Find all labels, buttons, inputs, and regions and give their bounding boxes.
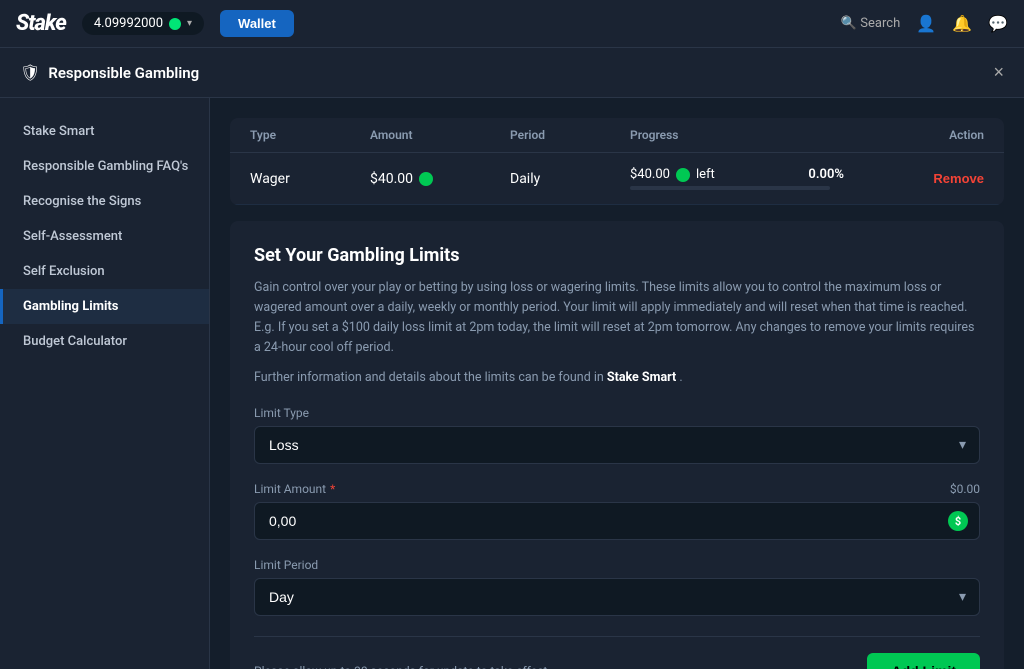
form-footer: Please allow up to 30 seconds for update… <box>254 636 980 669</box>
progress-dot-icon <box>676 168 690 182</box>
table-row: Wager $40.00 Daily $40.00 left <box>230 153 1004 205</box>
row-action-cell: Remove <box>864 171 984 186</box>
amount-dot-icon <box>419 172 433 186</box>
form-title: Set Your Gambling Limits <box>254 245 980 266</box>
limit-period-select[interactable]: Day Week Month <box>254 578 980 616</box>
stake-smart-link[interactable]: Stake Smart <box>607 370 676 385</box>
footer-note: Please allow up to 30 seconds for update… <box>254 664 550 669</box>
limit-type-select-wrapper: Loss Wager <box>254 426 980 464</box>
sidebar-item-gambling-limits[interactable]: Gambling Limits <box>0 289 209 324</box>
main-content: Type Amount Period Progress Action Wager… <box>210 98 1024 669</box>
limits-table-card: Type Amount Period Progress Action Wager… <box>230 118 1004 205</box>
progress-suffix: left <box>696 167 715 182</box>
user-icon[interactable]: 👤 <box>916 14 936 33</box>
progress-pct: 0.00% <box>808 167 864 182</box>
col-type: Type <box>250 128 370 142</box>
limit-period-select-wrapper: Day Week Month <box>254 578 980 616</box>
limit-type-group: Limit Type Loss Wager <box>254 406 980 464</box>
shield-icon: 🛡 <box>20 63 40 82</box>
limit-amount-input[interactable] <box>254 502 980 540</box>
form-desc-2: Further information and details about th… <box>254 368 980 388</box>
limit-amount-input-wrapper: $ <box>254 502 980 540</box>
header-left: Stake 4.09992000 ▾ Wallet <box>16 10 294 37</box>
form-desc-1: Gain control over your play or betting b… <box>254 278 980 358</box>
limit-period-label: Limit Period <box>254 558 980 572</box>
modal-close-button[interactable]: × <box>993 62 1004 83</box>
form-card: Set Your Gambling Limits Gain control ov… <box>230 221 1004 669</box>
sidebar-item-responsible-gambling-faqs[interactable]: Responsible Gambling FAQ's <box>0 149 209 184</box>
row-period: Daily <box>510 171 630 187</box>
limit-period-group: Limit Period Day Week Month <box>254 558 980 616</box>
col-amount: Amount <box>370 128 510 142</box>
limit-amount-suffix-label: $0.00 <box>950 482 980 496</box>
limit-type-label: Limit Type <box>254 406 980 420</box>
balance-chevron-icon: ▾ <box>187 18 192 29</box>
amount-currency-icon: $ <box>948 511 968 531</box>
limit-amount-label-row: Limit Amount * $0.00 <box>254 482 980 496</box>
table-header-row: Type Amount Period Progress Action <box>230 118 1004 153</box>
required-marker: * <box>330 482 335 496</box>
row-amount: $40.00 <box>370 171 413 187</box>
header-right: 🔍 Search 👤 🔔 💬 <box>841 14 1008 33</box>
limit-amount-group: Limit Amount * $0.00 $ <box>254 482 980 540</box>
col-action: Action <box>864 128 984 142</box>
progress-bar-bg <box>630 186 830 190</box>
remove-button[interactable]: Remove <box>933 171 984 186</box>
balance-amount: 4.09992000 <box>94 16 163 31</box>
sidebar-item-self-exclusion[interactable]: Self Exclusion <box>0 254 209 289</box>
modal-overlay: 🛡 Responsible Gambling × Stake SmartResp… <box>0 48 1024 669</box>
modal: 🛡 Responsible Gambling × Stake SmartResp… <box>0 48 1024 669</box>
row-type: Wager <box>250 171 370 187</box>
sidebar-item-budget-calculator[interactable]: Budget Calculator <box>0 324 209 359</box>
progress-amount: $40.00 <box>630 167 670 182</box>
search-button[interactable]: 🔍 Search <box>841 16 900 31</box>
wallet-button[interactable]: Wallet <box>220 10 294 37</box>
col-period: Period <box>510 128 630 142</box>
row-progress-cell: $40.00 left 0.00% <box>630 167 864 190</box>
modal-body: Stake SmartResponsible Gambling FAQ'sRec… <box>0 98 1024 669</box>
col-progress: Progress <box>630 128 864 142</box>
row-amount-cell: $40.00 <box>370 171 510 187</box>
progress-label: $40.00 left <box>630 167 715 182</box>
logo: Stake <box>16 11 66 36</box>
add-limit-button[interactable]: Add Limit <box>867 653 980 669</box>
sidebar: Stake SmartResponsible Gambling FAQ'sRec… <box>0 98 210 669</box>
balance-pill[interactable]: 4.09992000 ▾ <box>82 12 204 35</box>
modal-title-row: 🛡 Responsible Gambling <box>20 63 199 82</box>
sidebar-item-self-assessment[interactable]: Self-Assessment <box>0 219 209 254</box>
modal-header: 🛡 Responsible Gambling × <box>0 48 1024 98</box>
progress-action-row: $40.00 left 0.00% <box>630 167 864 182</box>
sidebar-item-recognise-the-signs[interactable]: Recognise the Signs <box>0 184 209 219</box>
bell-icon[interactable]: 🔔 <box>952 14 972 33</box>
sidebar-item-stake-smart[interactable]: Stake Smart <box>0 114 209 149</box>
header: Stake 4.09992000 ▾ Wallet 🔍 Search 👤 🔔 💬 <box>0 0 1024 48</box>
limit-type-select[interactable]: Loss Wager <box>254 426 980 464</box>
modal-title: Responsible Gambling <box>48 64 199 82</box>
chat-icon[interactable]: 💬 <box>988 14 1008 33</box>
balance-dot-icon <box>169 18 181 30</box>
